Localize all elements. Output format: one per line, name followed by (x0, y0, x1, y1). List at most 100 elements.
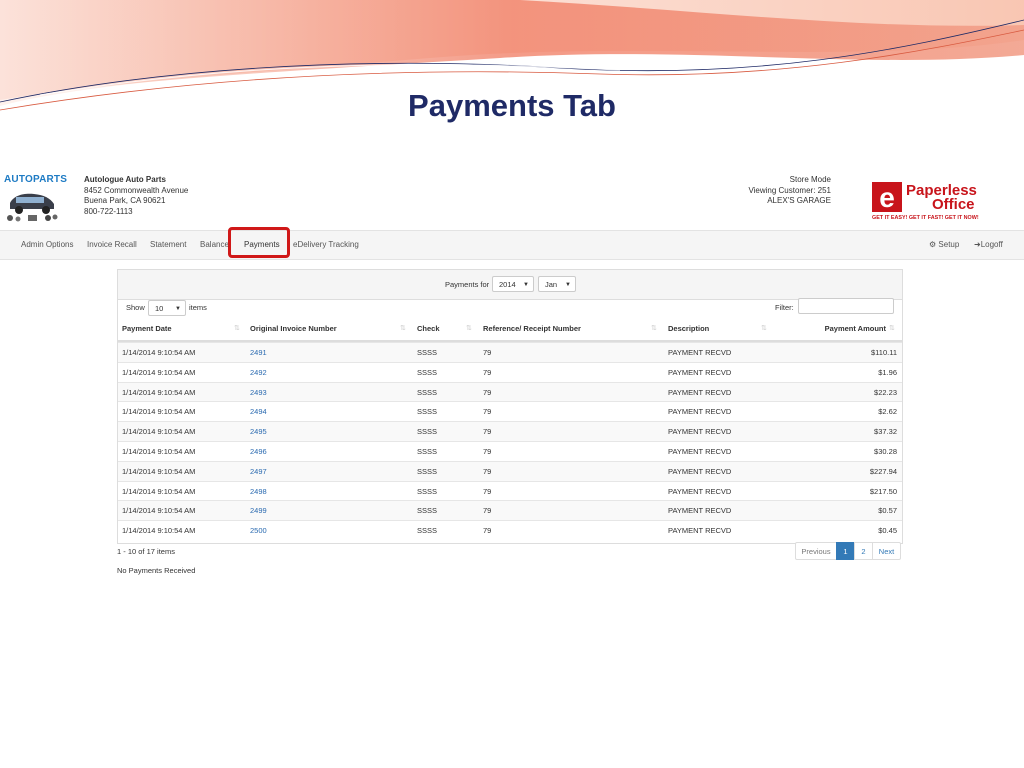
store-phone: 800-722-1113 (84, 206, 133, 216)
sort-icon[interactable]: ⇅ (761, 318, 767, 340)
cell-reference: 79 (483, 407, 492, 417)
gear-icon: ⚙ (929, 240, 937, 249)
nav-invoice-recall[interactable]: Invoice Recall (87, 231, 137, 259)
cell-check: SSSS (417, 348, 438, 357)
sort-icon[interactable]: ⇅ (651, 318, 657, 340)
car-parts-icon (7, 193, 58, 222)
col-header-original-invoice[interactable]: Original Invoice Number (250, 318, 337, 340)
chevron-down-icon: ▼ (565, 282, 571, 288)
cell-description: PAYMENT RECVD (668, 348, 732, 357)
payments-panel-header: Payments for 2014 ▼ Jan ▼ (118, 270, 902, 300)
cell-payment-amount: $30.28 (874, 447, 897, 456)
cell-payment-amount: $110.11 (871, 348, 897, 357)
chevron-down-icon: ▼ (175, 306, 181, 312)
cell-invoice-link[interactable]: 2499 (250, 501, 267, 520)
page-size-value: 10 (155, 304, 164, 313)
cell-payment-amount: $0.45 (878, 526, 897, 536)
year-select[interactable]: 2014 ▼ (492, 276, 534, 292)
cell-payment-amount: $1.96 (878, 367, 897, 377)
cell-invoice-link[interactable]: 2496 (250, 442, 267, 461)
col-header-reference-receipt[interactable]: Reference/ Receipt Number (483, 318, 581, 340)
cell-invoice-link[interactable]: 2493 (250, 383, 267, 402)
filter-input[interactable] (798, 298, 894, 314)
setup-link[interactable]: ⚙ Setup (929, 231, 959, 259)
pagination-page-1-button[interactable]: 1 (836, 542, 855, 560)
nav-balance[interactable]: Balance (200, 231, 229, 259)
pagination-previous-button[interactable]: Previous (795, 542, 837, 560)
store-info: Autologue Auto Parts 8452 Commonwealth A… (84, 175, 188, 217)
cell-invoice-link[interactable]: 2491 (250, 343, 267, 362)
cell-invoice-link[interactable]: 2500 (250, 521, 267, 540)
cell-reference: 79 (483, 387, 492, 397)
cell-check: SSSS (417, 407, 438, 417)
col-header-payment-date[interactable]: Payment Date (122, 318, 172, 340)
items-label: items (189, 303, 207, 312)
cell-invoice-link[interactable]: 2497 (250, 462, 267, 481)
cell-payment-date: 1/14/2014 9:10:54 AM (122, 447, 196, 456)
cell-invoice-link[interactable]: 2495 (250, 422, 267, 441)
cell-invoice-link[interactable]: 2492 (250, 363, 267, 382)
col-header-description[interactable]: Description (668, 318, 709, 340)
store-mode-label: Store Mode (789, 175, 831, 184)
cell-payment-date: 1/14/2014 9:10:54 AM (122, 526, 196, 536)
cell-payment-date: 1/14/2014 9:10:54 AM (122, 486, 196, 496)
cell-payment-date: 1/14/2014 9:10:54 AM (122, 427, 196, 437)
no-payments-message: No Payments Received (117, 566, 196, 575)
autoparts-logo-text: AUTOPARTS (4, 174, 68, 185)
chevron-down-icon: ▼ (523, 282, 529, 288)
table-row: 1/14/2014 9:10:54 AM 2496 SSSS 79 PAYMEN… (118, 441, 902, 461)
logoff-link[interactable]: ➜Logoff (974, 231, 1003, 259)
sort-icon[interactable]: ⇅ (400, 318, 406, 340)
slide-title: Payments Tab (408, 88, 616, 123)
page-size-select[interactable]: 10 ▼ (148, 300, 186, 316)
table-row: 1/14/2014 9:10:54 AM 2492 SSSS 79 PAYMEN… (118, 361, 902, 382)
sort-icon[interactable]: ⇅ (889, 318, 895, 340)
payments-tab-highlight (228, 227, 290, 258)
table-row: 1/14/2014 9:10:54 AM 2498 SSSS 79 PAYMEN… (118, 480, 902, 501)
show-label: Show (126, 303, 145, 312)
cell-reference: 79 (483, 447, 492, 456)
pagination-next-button[interactable]: Next (872, 542, 901, 560)
sort-icon[interactable]: ⇅ (234, 318, 240, 340)
logoff-label: Logoff (980, 240, 1003, 249)
cell-check: SSSS (417, 427, 438, 437)
cell-description: PAYMENT RECVD (668, 447, 732, 456)
table-row: 1/14/2014 9:10:54 AM 2491 SSSS 79 PAYMEN… (118, 342, 902, 362)
app-header: AUTOPARTS Autologue Auto Parts 8452 Comm… (0, 168, 1024, 230)
cell-description: PAYMENT RECVD (668, 367, 732, 377)
cell-description: PAYMENT RECVD (668, 486, 732, 496)
pagination-page-2-button[interactable]: 2 (854, 542, 873, 560)
col-header-payment-amount[interactable]: Payment Amount (798, 318, 886, 340)
setup-label: Setup (938, 240, 960, 249)
month-select[interactable]: Jan ▼ (538, 276, 576, 292)
nav-statement[interactable]: Statement (150, 231, 186, 259)
year-select-value: 2014 (499, 280, 516, 289)
cell-check: SSSS (417, 506, 438, 516)
col-header-check[interactable]: Check (417, 318, 440, 340)
epaperless-logo-letter: e (879, 182, 895, 213)
cell-description: PAYMENT RECVD (668, 427, 732, 437)
cell-payment-date: 1/14/2014 9:10:54 AM (122, 387, 196, 397)
sort-icon[interactable]: ⇅ (466, 318, 472, 340)
cell-check: SSSS (417, 486, 438, 496)
cell-description: PAYMENT RECVD (668, 526, 732, 536)
cell-check: SSSS (417, 367, 438, 377)
cell-description: PAYMENT RECVD (668, 407, 732, 417)
cell-payment-amount: $0.57 (878, 506, 897, 516)
app-screenshot: AUTOPARTS Autologue Auto Parts 8452 Comm… (0, 168, 1024, 586)
store-name: Autologue Auto Parts (84, 175, 166, 184)
cell-check: SSSS (417, 526, 438, 536)
nav-admin-options[interactable]: Admin Options (21, 231, 73, 259)
table-row: 1/14/2014 9:10:54 AM 2495 SSSS 79 PAYMEN… (118, 421, 902, 441)
payments-for-label: Payments for (445, 280, 490, 289)
nav-edelivery-tracking[interactable]: eDelivery Tracking (293, 231, 359, 259)
table-row: 1/14/2014 9:10:54 AM 2499 SSSS 79 PAYMEN… (118, 500, 902, 521)
cell-reference: 79 (483, 526, 492, 536)
store-address-line1: 8452 Commonwealth Avenue (84, 185, 189, 195)
cell-description: PAYMENT RECVD (668, 506, 732, 516)
cell-invoice-link[interactable]: 2498 (250, 482, 267, 501)
cell-payment-date: 1/14/2014 9:10:54 AM (122, 367, 196, 377)
payments-panel: Payments for 2014 ▼ Jan ▼ Show 10 ▼ item… (117, 269, 903, 544)
cell-invoice-link[interactable]: 2494 (250, 402, 267, 421)
cell-reference: 79 (483, 348, 492, 357)
